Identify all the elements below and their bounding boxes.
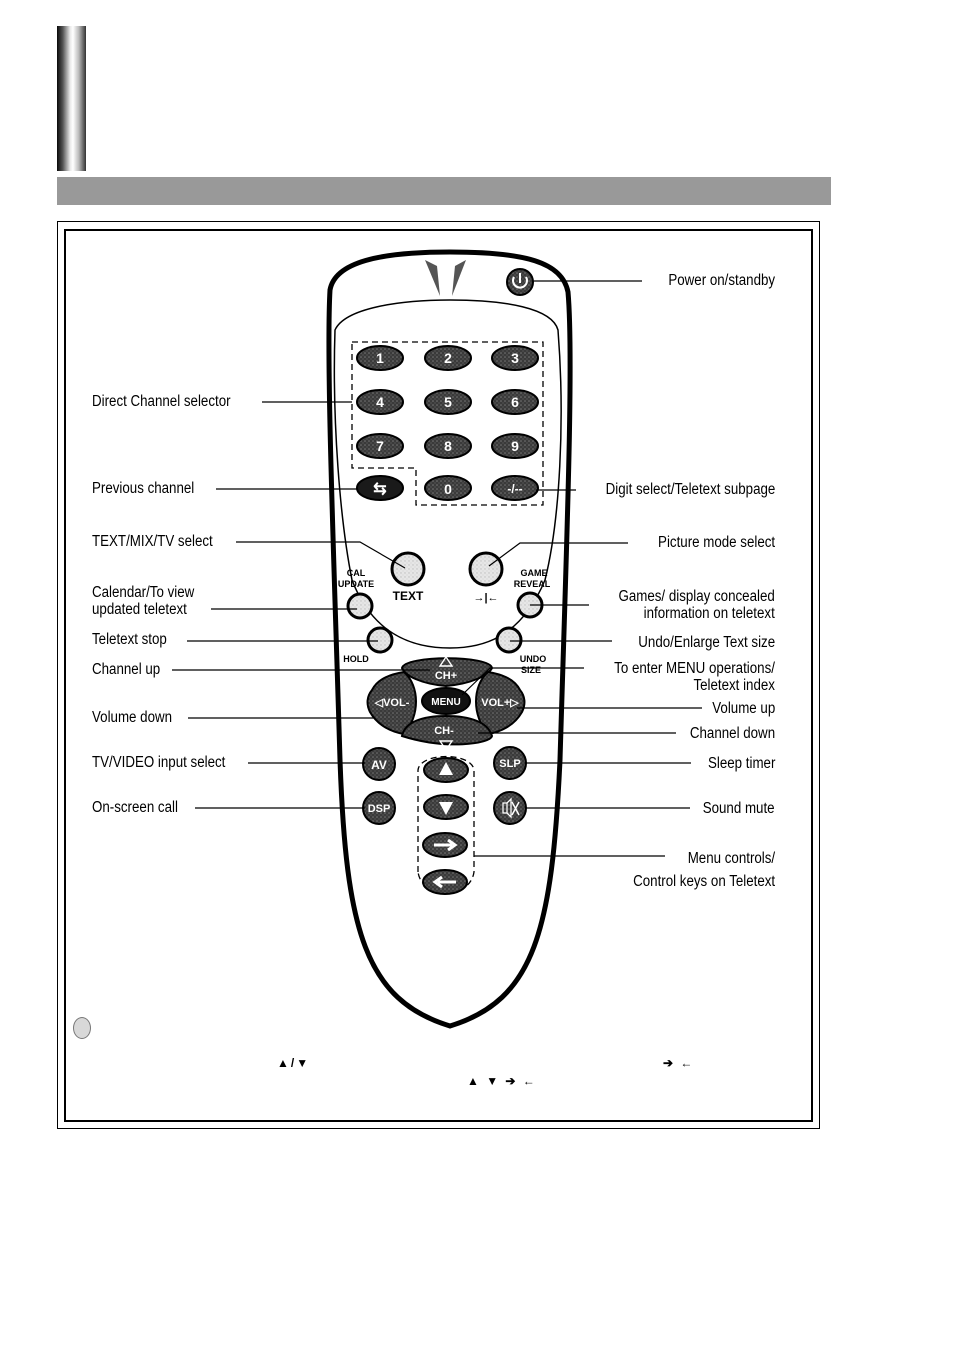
svg-text:VOL+▷: VOL+▷	[481, 697, 519, 709]
label-sleep-timer: Sleep timer	[707, 755, 775, 772]
av-button[interactable]: AV	[362, 747, 396, 781]
label-volume-up: Volume up	[712, 700, 775, 717]
key-label: 7	[376, 438, 384, 454]
key-2-button[interactable]: 2	[424, 345, 472, 371]
svg-text:CH-: CH-	[434, 725, 454, 737]
svg-text:-/--: -/--	[507, 482, 522, 496]
undo-caption: UNDO	[520, 654, 547, 664]
key-4-button[interactable]: 4	[356, 389, 404, 415]
label-games-reveal: Games/ display concealed information on …	[618, 588, 775, 622]
label-channel-down: Channel down	[689, 725, 775, 742]
svg-text:CH+: CH+	[435, 670, 457, 682]
right-left-arrows-symbol: ➔ ←	[663, 1056, 695, 1070]
cal-update-button[interactable]	[346, 592, 374, 620]
key-9-button[interactable]: 9	[491, 433, 539, 459]
label-power-on-standby: Power on/standby	[668, 272, 775, 289]
key-label: 9	[511, 438, 519, 454]
reveal-caption: REVEAL	[514, 579, 551, 589]
mute-button[interactable]	[493, 791, 527, 825]
key-5-button[interactable]: 5	[424, 389, 472, 415]
label-sound-mute: Sound mute	[703, 800, 775, 817]
key-label: 3	[511, 350, 519, 366]
up-down-arrows-symbol: ▲/▼	[277, 1056, 311, 1070]
label-menu-controls: Menu controls/ Control keys on Teletext	[632, 850, 775, 890]
key-label: 4	[376, 394, 384, 410]
key-8-button[interactable]: 8	[424, 433, 472, 459]
svg-text:◁VOL-: ◁VOL-	[374, 697, 410, 709]
label-volume-down: Volume down	[92, 709, 173, 726]
note-bullet-icon	[73, 1017, 91, 1039]
menu-down-button[interactable]	[423, 794, 469, 820]
undo-size-button[interactable]	[495, 626, 523, 654]
key-label: 2	[444, 350, 452, 366]
label-digit-select: Digit select/Teletext subpage	[605, 481, 775, 498]
dsp-button[interactable]: DSP	[362, 791, 396, 825]
picture-mode-caption: →|←	[473, 592, 498, 604]
key-label: 5	[444, 394, 452, 410]
key-label: 6	[511, 394, 519, 410]
cal-caption: CAL	[347, 568, 366, 578]
label-calendar: Calendar/To view updated teletext	[92, 584, 195, 618]
label-menu-operations: To enter MENU operations/ Teletext index	[614, 660, 775, 694]
label-previous-channel: Previous channel	[92, 480, 195, 497]
svg-text:⇆: ⇆	[373, 481, 386, 498]
update-caption: UPDATE	[338, 579, 374, 589]
picture-mode-button[interactable]	[468, 551, 504, 587]
key-3-button[interactable]: 3	[491, 345, 539, 371]
label-channel-up: Channel up	[92, 661, 161, 678]
key-label: 1	[376, 350, 384, 366]
label-text-mix-tv-select: TEXT/MIX/TV select	[92, 533, 213, 550]
label-tv-video-input-select: TV/VIDEO input select	[92, 754, 226, 771]
hold-button[interactable]	[366, 626, 394, 654]
previous-channel-button[interactable]: ⇆	[356, 475, 404, 501]
power-button[interactable]	[506, 268, 534, 296]
label-picture-mode-select: Picture mode select	[657, 534, 775, 551]
key-label: 8	[444, 438, 452, 454]
hold-caption: HOLD	[343, 654, 369, 664]
key-0-button[interactable]: 0	[424, 475, 472, 501]
text-button[interactable]	[390, 551, 426, 587]
label-on-screen-call: On-screen call	[92, 799, 178, 816]
text-button-caption: TEXT	[393, 589, 424, 603]
svg-text:0: 0	[444, 481, 452, 497]
key-1-button[interactable]: 1	[356, 345, 404, 371]
svg-text:AV: AV	[371, 758, 387, 772]
menu-up-button[interactable]	[423, 757, 469, 783]
sleep-button[interactable]: SLP	[493, 746, 527, 780]
all-arrows-symbol: ▲ ▼ ➔ ←	[467, 1074, 537, 1088]
size-caption: SIZE	[521, 665, 541, 675]
menu-button[interactable]: MENU	[421, 687, 471, 715]
digit-select-button[interactable]: -/--	[491, 475, 539, 501]
key-7-button[interactable]: 7	[356, 433, 404, 459]
label-undo-enlarge: Undo/Enlarge Text size	[638, 634, 775, 651]
menu-right-button[interactable]	[422, 832, 468, 858]
key-6-button[interactable]: 6	[491, 389, 539, 415]
svg-text:SLP: SLP	[499, 758, 520, 770]
menu-left-button[interactable]	[422, 869, 468, 895]
svg-text:MENU: MENU	[431, 697, 460, 708]
game-caption: GAME	[521, 568, 548, 578]
svg-text:DSP: DSP	[368, 803, 391, 815]
label-direct-channel-selector: Direct Channel selector	[92, 393, 231, 410]
label-teletext-stop: Teletext stop	[92, 631, 167, 648]
